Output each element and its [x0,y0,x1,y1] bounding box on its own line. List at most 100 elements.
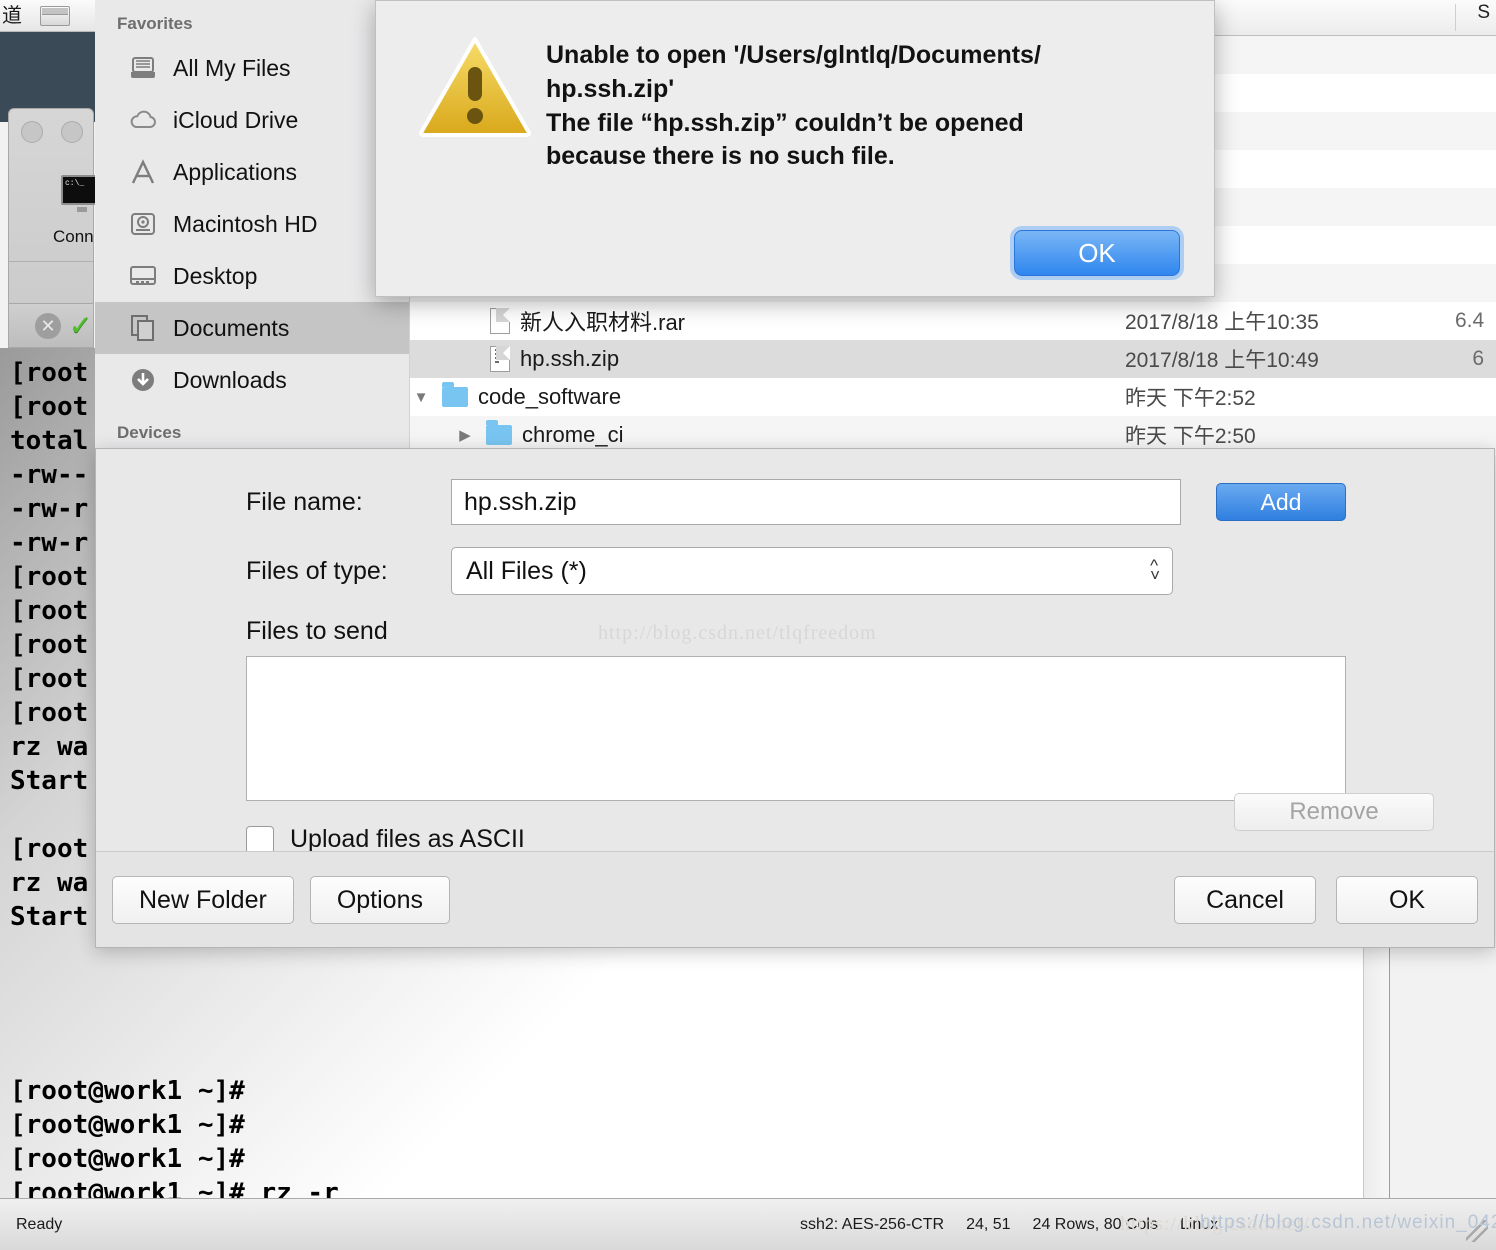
terminal-line: [root@work1 ~]# rz -r [10,1178,339,1198]
sidebar-item-documents[interactable]: Documents [95,302,409,354]
desktop-icon [127,261,159,291]
applications-icon [127,157,159,187]
toolbar-bottom-bar: ✕ ✓ [9,303,93,347]
downloads-icon [127,365,159,395]
table-row[interactable]: 新人入职材料.rar 2017/8/18 上午10:35 6.4 [410,302,1496,340]
status-bar: Ready ssh2: AES-256-CTR 24, 51 24 Rows, … [0,1198,1496,1250]
file-name: hp.ssh.zip [410,346,1125,372]
sidebar-item-macintosh-hd[interactable]: Macintosh HD [95,198,409,250]
stepper-arrows-icon: ^ ˅ [1150,556,1160,585]
files-to-send-listbox[interactable] [246,656,1346,801]
resize-grip-icon[interactable] [1466,1220,1488,1242]
files-of-type-row: Files of type: All Files (*) ^ ˅ [246,547,1454,595]
sidebar-item-icloud-drive[interactable]: iCloud Drive [95,94,409,146]
file-icon [490,308,510,334]
files-to-send-label: Files to send [246,617,388,645]
ok-button[interactable]: OK [1336,875,1478,924]
status-protocol: ssh2: AES-256-CTR [800,1215,945,1233]
alert-message: Unable to open '/Users/glntlq/Documents/… [546,23,1041,174]
file-name-input[interactable]: hp.ssh.zip [451,479,1181,525]
connect-button-label[interactable]: Conn [53,227,94,247]
disclosure-triangle-icon[interactable]: ▶ [454,426,476,444]
cancel-icon[interactable]: ✕ [35,312,61,339]
terminal-line: [root@work1 ~]# [10,1144,245,1174]
sidebar-item-label: iCloud Drive [173,106,299,133]
dialog-footer: New Folder Options Cancel OK [96,851,1494,947]
file-name-label: hp.ssh.zip [520,346,620,371]
control-dot[interactable] [21,121,43,143]
terminal-line: [root@work1 ~]# [10,1110,245,1140]
alert-content: Unable to open '/Users/glntlq/Documents/… [376,1,1214,174]
file-name: ▼ code_software [410,382,1125,410]
sidebar-group-favorites: Favorites [117,14,193,33]
sidebar-item-label: Downloads [173,366,287,393]
status-details: ssh2: AES-256-CTR 24, 51 24 Rows, 80 Col… [800,1216,1218,1234]
column-separator[interactable] [1455,4,1456,31]
sidebar-item-label: Macintosh HD [173,210,318,237]
footer-left-group: New Folder Options [112,875,450,924]
terminal-line: [root@work1 ~]# [10,1076,245,1106]
all-my-files-icon [127,53,159,83]
toolbar-divider [9,261,93,262]
upload-as-ascii-checkbox[interactable] [246,825,274,854]
file-name-label: code_software [478,384,622,409]
sidebar-item-label: Desktop [173,262,258,289]
files-of-type-label: Files of type: [246,556,388,585]
sidebar-item-desktop[interactable]: Desktop [95,250,409,302]
status-dimensions: 24 Rows, 80 Cols [1032,1215,1158,1233]
sidebar-item-downloads[interactable]: Downloads [95,354,409,406]
control-dot[interactable] [61,121,83,143]
file-name-row: File name: hp.ssh.zip Add [246,479,1454,525]
hard-disk-icon [127,209,159,239]
file-name: 新人入职材料.rar [410,305,1125,337]
error-alert-dialog: Unable to open '/Users/glntlq/Documents/… [375,0,1215,297]
alert-line-3: The file “hp.ssh.zip” couldn’t be opened [546,108,1024,137]
sidebar-item-label: Documents [173,314,290,341]
documents-icon [127,313,159,343]
status-ready: Ready [16,1215,63,1233]
connect-toolbar-window: c:\_ Conn ✕ ✓ [8,108,101,348]
sidebar-item-applications[interactable]: Applications [95,146,409,198]
file-date: 2017/8/18 上午10:49 [1125,349,1319,372]
cloud-icon [127,105,159,135]
window-layout-icon[interactable] [40,5,70,26]
alert-line-4: because there is no such file. [546,142,895,171]
file-name-label: File name: [246,487,363,516]
cancel-button[interactable]: Cancel [1174,875,1316,924]
status-os: Linux [1179,1215,1219,1233]
folder-icon [442,382,468,407]
remove-button[interactable]: Remove [1234,793,1434,831]
status-cursor-position: 24, 51 [966,1215,1011,1233]
disclosure-triangle-icon[interactable]: ▼ [410,389,432,406]
confirm-check-icon[interactable]: ✓ [69,311,92,339]
alert-line-2: hp.ssh.zip' [546,74,675,103]
alert-ok-button[interactable]: OK [1014,230,1180,276]
warning-triangle-icon [416,23,546,174]
table-row[interactable]: ▼ code_software 昨天 下午2:52 [410,378,1496,416]
file-name-label: 新人入职材料.rar [520,310,686,335]
screen-root: 道 c:\_ Conn ✕ ✓ [root [root total -rw-- … [0,0,1496,1250]
upload-as-ascii-label: Upload files as ASCII [290,825,525,853]
alert-line-1: Unable to open '/Users/glntlq/Documents/ [546,41,1041,69]
file-date: 昨天 下午2:52 [1125,387,1256,410]
finder-sidebar: Favorites All My Files iCloud Drive Appl… [95,0,410,455]
sidebar-item-label: Applications [173,158,298,185]
window-control-dots [21,121,83,143]
files-of-type-value: All Files (*) [466,557,587,585]
column-header-size[interactable]: S [1477,2,1490,24]
new-folder-button[interactable]: New Folder [112,875,294,924]
footer-right-group: Cancel OK [1174,875,1478,924]
file-name-label: chrome_ci [522,422,624,447]
sidebar-item-label: All My Files [173,54,291,81]
sidebar-item-all-my-files[interactable]: All My Files [95,42,409,94]
sidebar-group-devices: Devices [117,423,182,442]
zip-file-icon [490,346,510,372]
options-button[interactable]: Options [309,875,450,924]
table-row[interactable]: hp.ssh.zip 2017/8/18 上午10:49 6 [410,340,1496,378]
file-name: ▶ chrome_ci [410,420,1125,448]
background-window-title: 道 [2,4,22,27]
file-size: 6.4 [1455,309,1485,332]
files-of-type-select[interactable]: All Files (*) ^ ˅ [451,547,1173,595]
file-date: 昨天 下午2:50 [1125,425,1256,448]
add-button[interactable]: Add [1216,483,1346,521]
